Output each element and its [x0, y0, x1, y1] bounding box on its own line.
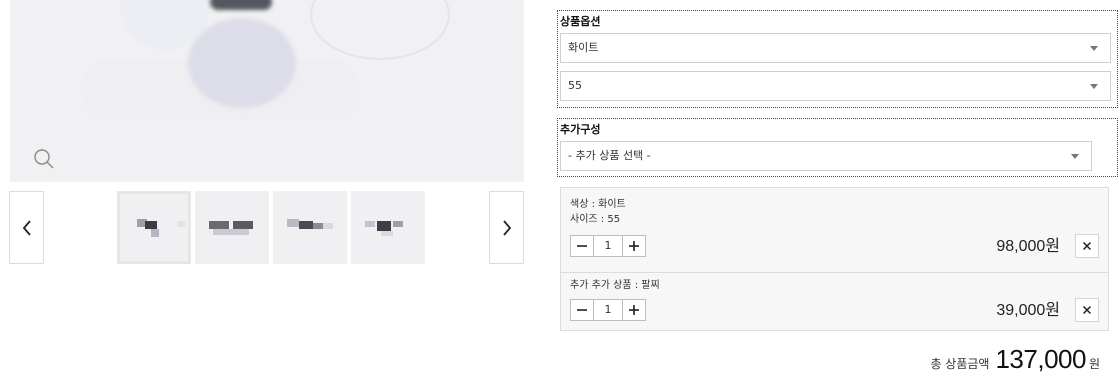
- thumbnail-1[interactable]: [117, 191, 191, 264]
- total-price: 총 상품금액 137,000 원: [930, 344, 1100, 375]
- plus-icon: [629, 305, 639, 315]
- size-select[interactable]: 55: [560, 71, 1111, 101]
- image-shape: [210, 0, 272, 10]
- additional-item-select-value: - 추가 상품 선택 -: [568, 149, 651, 162]
- quantity-input[interactable]: 1: [593, 236, 623, 256]
- plus-button[interactable]: [623, 236, 645, 256]
- selected-item: 추가 추가 상품 : 팔찌 1 39,000원: [561, 273, 1108, 330]
- quantity-stepper: 1: [570, 299, 646, 321]
- remove-item-button[interactable]: [1075, 234, 1099, 258]
- thumbnail-4[interactable]: [351, 191, 425, 264]
- additional-items-section: 추가구성 - 추가 상품 선택 -: [557, 118, 1118, 177]
- selected-item-color: 색상 : 화이트: [570, 199, 626, 210]
- thumbnail-next-button[interactable]: [489, 191, 524, 264]
- plus-button[interactable]: [623, 300, 645, 320]
- total-amount: 137,000: [995, 344, 1086, 374]
- image-shape: [188, 18, 296, 108]
- total-label: 총 상품금액: [930, 357, 990, 371]
- thumbnail-3[interactable]: [273, 191, 347, 264]
- selected-item-size: 사이즈 : 55: [570, 214, 621, 225]
- chevron-right-icon: [502, 219, 511, 236]
- item-price: 39,000원: [996, 302, 1060, 319]
- color-select[interactable]: 화이트: [560, 33, 1111, 63]
- size-select-value: 55: [568, 79, 582, 92]
- quantity-stepper: 1: [570, 235, 646, 257]
- thumbnail-list: [117, 191, 425, 264]
- thumbnail-prev-button[interactable]: [9, 191, 44, 264]
- item-price: 98,000원: [996, 238, 1060, 255]
- additional-item-select[interactable]: - 추가 상품 선택 -: [560, 141, 1092, 171]
- chevron-down-icon: [1071, 154, 1079, 159]
- minus-button[interactable]: [571, 236, 593, 256]
- plus-icon: [629, 241, 639, 251]
- additional-items-title: 추가구성: [560, 123, 601, 136]
- close-icon: [1082, 241, 1092, 251]
- quantity-input[interactable]: 1: [593, 300, 623, 320]
- thumbnail-2[interactable]: [195, 191, 269, 264]
- product-options-title: 상품옵션: [560, 15, 601, 28]
- minus-icon: [577, 309, 587, 311]
- zoom-icon[interactable]: [33, 148, 55, 170]
- selected-items-panel: 색상 : 화이트 사이즈 : 55 1 98,000원 추가 추가 상품 : 팔…: [560, 187, 1109, 331]
- remove-item-button[interactable]: [1075, 298, 1099, 322]
- minus-button[interactable]: [571, 300, 593, 320]
- selected-item-addon: 추가 추가 상품 : 팔찌: [570, 280, 660, 291]
- chevron-down-icon: [1090, 84, 1098, 89]
- color-select-value: 화이트: [568, 41, 599, 54]
- close-icon: [1082, 305, 1092, 315]
- chevron-down-icon: [1090, 46, 1098, 51]
- minus-icon: [577, 245, 587, 247]
- product-main-image[interactable]: [10, 0, 524, 182]
- image-shape: [310, 0, 450, 60]
- product-options-section: 상품옵션 화이트 55: [557, 10, 1118, 108]
- chevron-left-icon: [22, 219, 31, 236]
- total-unit: 원: [1088, 357, 1100, 371]
- selected-item: 색상 : 화이트 사이즈 : 55 1 98,000원: [561, 188, 1108, 273]
